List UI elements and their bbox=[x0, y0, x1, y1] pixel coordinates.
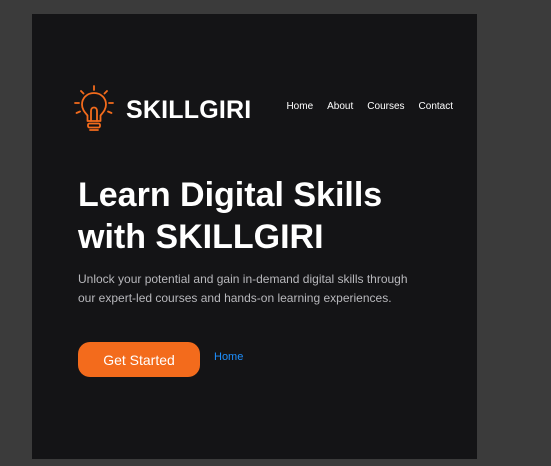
page-frame: SKILLGIRI Home About Courses Contact Lea… bbox=[32, 14, 477, 459]
brand-name: SKILLGIRI bbox=[126, 95, 252, 124]
hero-subtitle: Unlock your potential and gain in-demand… bbox=[78, 272, 408, 305]
nav-contact-link[interactable]: Contact bbox=[419, 101, 453, 112]
nav-courses-link[interactable]: Courses bbox=[367, 101, 404, 112]
nav-home-link[interactable]: Home bbox=[286, 101, 313, 112]
get-started-button[interactable]: Get Started bbox=[78, 342, 200, 377]
site-header: SKILLGIRI Home About Courses Contact bbox=[72, 84, 457, 136]
nav-about-link[interactable]: About bbox=[327, 101, 353, 112]
main-nav: Home About Courses Contact bbox=[286, 101, 453, 112]
brand-logo[interactable]: SKILLGIRI bbox=[72, 84, 251, 136]
browser-canvas: SKILLGIRI Home About Courses Contact Lea… bbox=[0, 0, 551, 466]
home-link[interactable]: Home bbox=[214, 351, 243, 363]
hero-title-line-2: with SKILLGIRI bbox=[78, 218, 324, 256]
hero-title: Learn Digital Skills with SKILLGIRI bbox=[78, 174, 438, 258]
hero-title-line-1: Learn Digital Skills bbox=[78, 176, 383, 214]
lightbulb-icon bbox=[74, 85, 114, 131]
